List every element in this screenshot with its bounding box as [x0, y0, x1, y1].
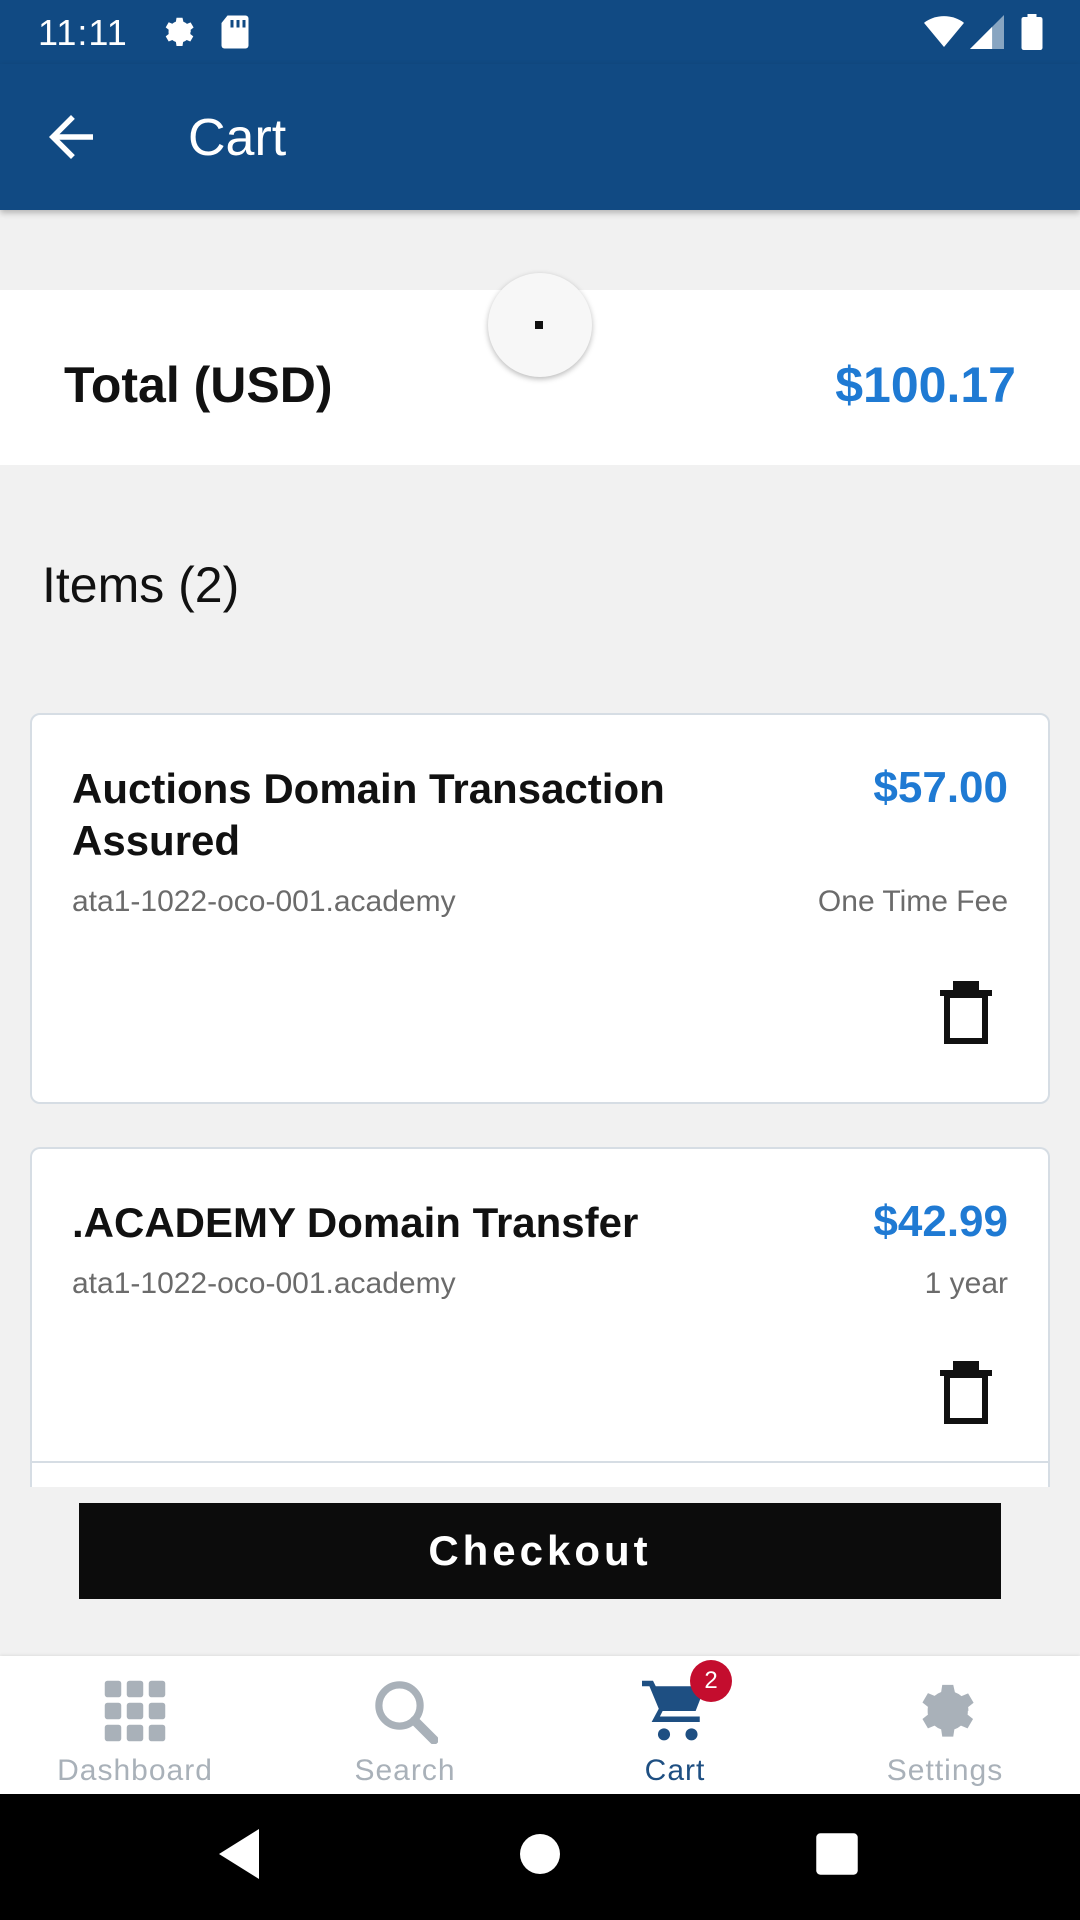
total-amount: $100.17	[835, 357, 1016, 413]
page-title: Cart	[188, 109, 287, 167]
total-label: Total (USD)	[64, 357, 333, 413]
nav-label: Settings	[886, 1754, 1004, 1787]
grid-icon	[104, 1680, 166, 1742]
app-bar: Cart	[0, 64, 1080, 210]
item-price: $42.99	[873, 1197, 1008, 1246]
cart-count-badge: 2	[690, 1660, 732, 1702]
loading-spinner	[488, 273, 592, 377]
recents-square-icon[interactable]	[814, 1826, 860, 1882]
bottom-nav: Dashboard Search Cart Settings 2	[0, 1656, 1080, 1794]
gear-icon	[165, 17, 194, 46]
nav-label: Search	[354, 1754, 456, 1787]
search-icon	[375, 1681, 438, 1744]
arrow-left-icon	[49, 115, 93, 159]
item-price: $57.00	[873, 763, 1008, 812]
gear-icon	[922, 1684, 974, 1737]
item-name: Auctions Domain Transaction Assured	[72, 765, 665, 864]
trash-icon	[940, 981, 992, 1044]
nav-label: Dashboard	[57, 1754, 213, 1787]
delete-item-button[interactable]	[938, 1361, 994, 1425]
spinner-dot	[535, 321, 543, 329]
cart-item-card: .ACADEMY Domain Transfer $42.99 ata1-102…	[30, 1147, 1050, 1487]
item-domain: ata1-1022-oco-001.academy	[72, 1267, 456, 1300]
items-heading: Items (2)	[42, 557, 240, 613]
sd-card-icon	[221, 15, 249, 49]
item-name: .ACADEMY Domain Transfer	[72, 1199, 639, 1246]
checkout-button[interactable]: Checkout	[79, 1503, 1001, 1599]
home-circle-icon[interactable]	[518, 1826, 562, 1882]
item-term: One Time Fee	[817, 885, 1008, 918]
item-domain: ata1-1022-oco-001.academy	[72, 885, 456, 918]
status-time: 11:11	[38, 12, 128, 53]
wifi-icon	[924, 16, 964, 47]
delete-item-button[interactable]	[938, 981, 994, 1045]
nav-item-search[interactable]: Search	[270, 1656, 540, 1794]
status-bar: 11:11	[0, 0, 1080, 64]
back-triangle-icon[interactable]	[214, 1826, 264, 1882]
signal-icon	[970, 15, 1004, 49]
nav-item-settings[interactable]: Settings	[810, 1656, 1080, 1794]
nav-label: Cart	[644, 1754, 706, 1787]
item-term: 1 year	[924, 1267, 1008, 1300]
nav-item-dashboard[interactable]: Dashboard	[0, 1656, 270, 1794]
trash-icon	[940, 1361, 992, 1424]
system-nav-bar	[0, 1794, 1080, 1920]
cart-item-card: Auctions Domain Transaction Assured $57.…	[30, 713, 1050, 1104]
back-button[interactable]	[38, 104, 104, 170]
battery-icon	[1021, 14, 1043, 50]
card-divider	[30, 1461, 1050, 1463]
nav-item-cart[interactable]: Cart	[540, 1656, 810, 1794]
